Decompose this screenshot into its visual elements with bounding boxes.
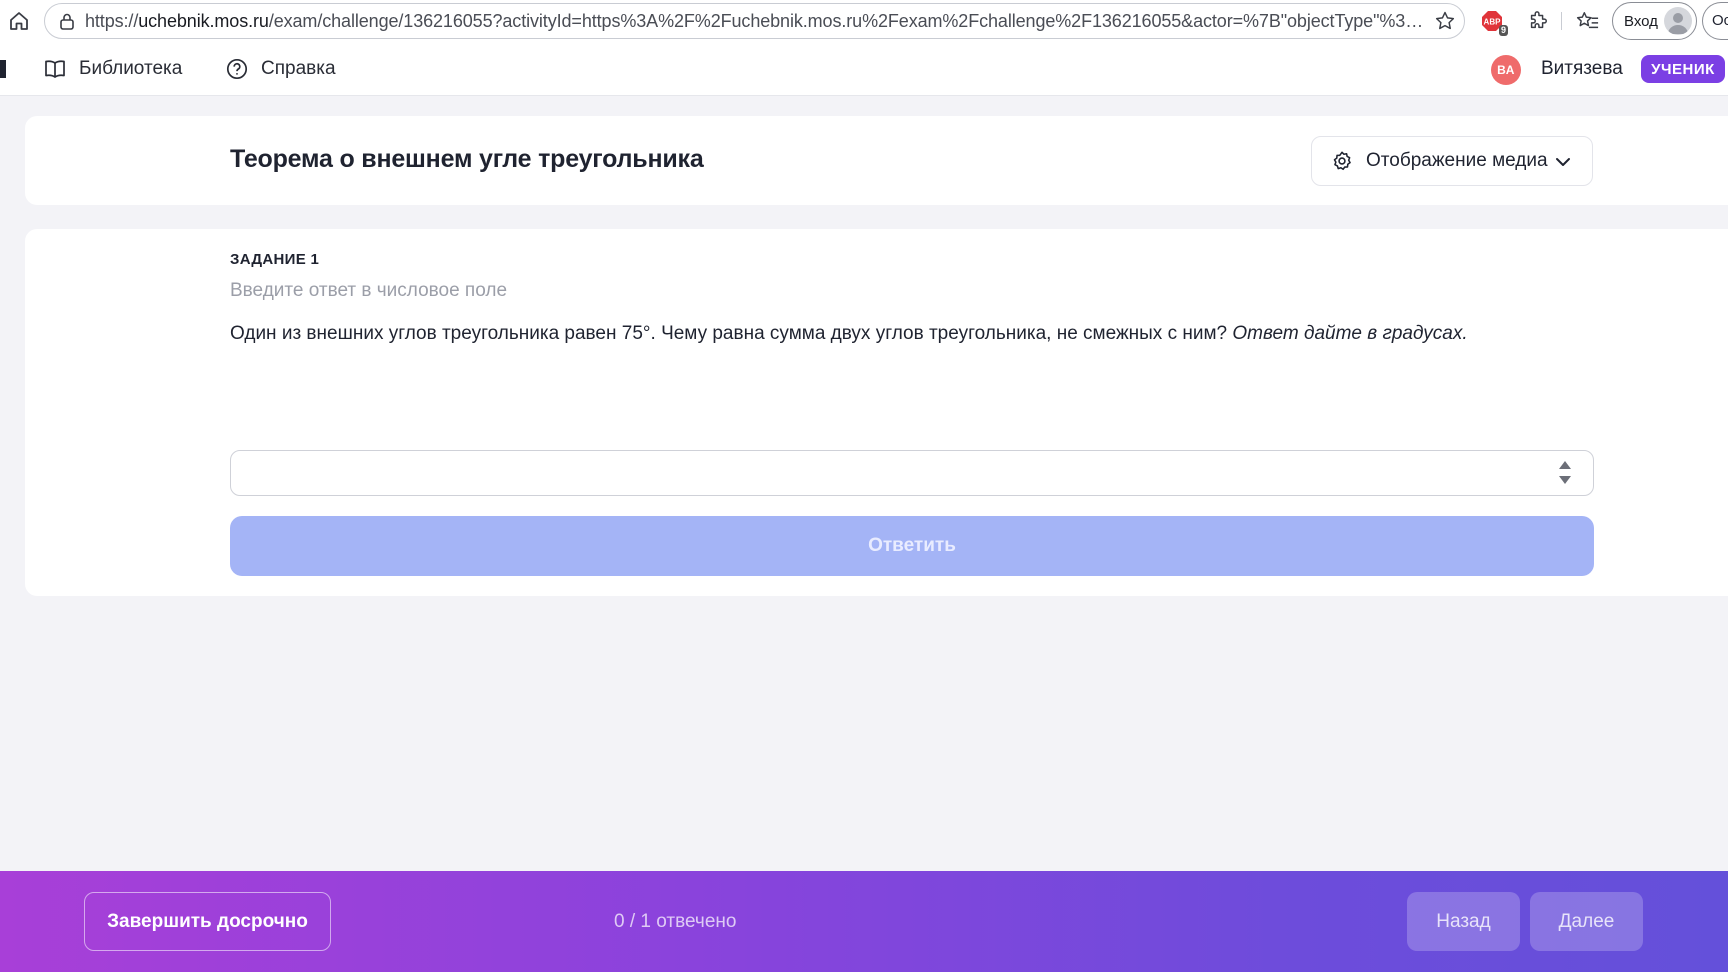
toolbar-divider: [1561, 12, 1562, 30]
address-bar[interactable]: https://uchebnik.mos.ru/exam/challenge/1…: [44, 3, 1465, 39]
role-badge: УЧЕНИК: [1641, 55, 1725, 83]
task-question: Один из внешних углов треугольника равен…: [230, 323, 1468, 345]
browser-toolbar: https://uchebnik.mos.ru/exam/challenge/1…: [0, 0, 1728, 42]
answer-field[interactable]: [230, 450, 1594, 496]
browser-extra-button[interactable]: Oc: [1702, 2, 1728, 40]
site-nav: Библиотека Справка ВА Витязева УЧЕНИК: [0, 42, 1728, 96]
media-display-dropdown[interactable]: Отображение медиа: [1311, 136, 1593, 186]
nav-help-label: Справка: [261, 58, 336, 79]
task-hint: Введите ответ в числовое поле: [230, 280, 508, 301]
bookmark-star-icon[interactable]: [1434, 10, 1456, 32]
finish-early-button[interactable]: Завершить досрочно: [84, 892, 331, 951]
extensions-puzzle-icon[interactable]: [1524, 7, 1552, 35]
submit-answer-button[interactable]: Ответить: [230, 516, 1594, 576]
media-display-label: Отображение медиа: [1366, 150, 1548, 171]
profile-avatar-icon: [1664, 7, 1692, 35]
page-title: Теорема о внешнем угле треугольника: [230, 145, 704, 173]
sidebar-edge: [0, 60, 6, 78]
question-text: Один из внешних углов треугольника равен…: [230, 323, 1233, 344]
url-host: uchebnik.mos.ru: [138, 10, 269, 31]
nav-help[interactable]: Справка: [225, 42, 336, 96]
spin-down-icon[interactable]: [1559, 476, 1571, 484]
spin-up-icon[interactable]: [1559, 461, 1571, 469]
book-icon: [43, 57, 67, 81]
question-instruction: Ответ дайте в градусах.: [1232, 323, 1468, 344]
favorites-list-icon[interactable]: [1574, 7, 1602, 35]
user-avatar[interactable]: ВА: [1491, 55, 1521, 85]
svg-text:ABP: ABP: [1484, 18, 1502, 27]
lock-icon[interactable]: [57, 11, 77, 31]
url-prefix: https://: [85, 10, 139, 31]
url-text: https://uchebnik.mos.ru/exam/challenge/1…: [85, 11, 1425, 32]
gear-icon: [1330, 149, 1354, 173]
adblock-badge: 9: [1498, 25, 1508, 36]
nav-library[interactable]: Библиотека: [43, 42, 182, 96]
user-name[interactable]: Витязева: [1541, 42, 1623, 96]
next-button[interactable]: Далее: [1530, 892, 1643, 951]
home-icon[interactable]: [6, 8, 32, 34]
url-path: /exam/challenge/136216055?activityId=htt…: [268, 10, 1425, 31]
nav-library-label: Библиотека: [79, 58, 183, 79]
progress-counter: 0 / 1 отвечено: [614, 911, 737, 932]
back-button[interactable]: Назад: [1407, 892, 1520, 951]
chevron-down-icon: [1552, 151, 1574, 173]
answer-input[interactable]: [231, 451, 1551, 495]
help-circle-icon: [225, 57, 249, 81]
browser-signin-button[interactable]: Вход: [1612, 2, 1697, 40]
task-label: ЗАДАНИЕ 1: [230, 251, 320, 268]
adblock-extension-icon[interactable]: ABP 9: [1478, 7, 1508, 36]
signin-label: Вход: [1624, 12, 1658, 30]
